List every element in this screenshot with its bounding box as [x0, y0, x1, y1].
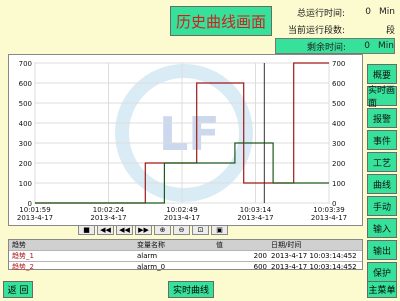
realtime-curve-button[interactable]: 实时曲线: [168, 281, 214, 298]
remaining-time-label: 剩余时间:: [306, 42, 346, 53]
header-datetime: 日期/时间: [271, 241, 302, 249]
trend-table: 趋势 变量名称 值 日期/时间 趋势_1 alarm 200 2013-4-17…: [8, 239, 363, 272]
y-tick-label-right: 100: [332, 180, 345, 188]
total-runtime-label: 总运行时间:: [296, 8, 345, 19]
y-tick-label-left: 100: [19, 180, 32, 188]
chart-toolbar: ■ ◀◀ ◀◀ ▶▶ ⊕ ⊖ ⊡ ▣: [78, 225, 228, 236]
y-tick-label-right: 200: [332, 160, 345, 168]
history-chart-panel: LF 0 0 100 100 200 200 300 300 400 400 500 500 600 600…: [8, 54, 363, 226]
table-row[interactable]: 趋势_2 alarm_0 600 2013-4-17 10:03:14:452: [9, 262, 362, 272]
y-tick-label-left: 500: [19, 100, 32, 108]
var-name: alarm_0: [137, 263, 166, 271]
watermark-logo: LF: [159, 107, 220, 161]
current-segment-unit: 段: [385, 25, 395, 36]
y-tick-label-right: 500: [332, 100, 345, 108]
x-tick-time: 10:01:59: [19, 206, 50, 214]
y-tick-label-right: 400: [332, 120, 345, 128]
x-tick-time: 10:03:39: [313, 206, 344, 214]
trend-name: 趋势_2: [12, 263, 34, 271]
y-tick-label-right: 700: [332, 60, 345, 68]
x-tick-time: 10:03:14: [240, 206, 272, 214]
y-tick-label-left: 700: [19, 60, 32, 68]
y-tick-label-right: 300: [332, 140, 345, 148]
header-value: 值: [216, 241, 223, 249]
y-tick-label-left: 200: [19, 160, 32, 168]
back-button[interactable]: 返 回: [3, 281, 33, 298]
var-datetime: 2013-4-17 10:03:14:452: [271, 252, 357, 260]
nav-alarm-button[interactable]: 报警: [367, 108, 397, 128]
nav-input-button[interactable]: 输入: [367, 218, 397, 238]
zoom-in-icon[interactable]: ⊕: [154, 225, 171, 235]
nav-overview-button[interactable]: 概要: [367, 64, 397, 84]
current-segment-label: 当前运行段数:: [287, 25, 345, 36]
nav-protect-button[interactable]: 保护: [367, 262, 397, 282]
x-tick-date: 2013-4-17: [164, 214, 200, 222]
remaining-time-value: 0: [364, 41, 370, 51]
header-var-name: 变量名称: [137, 241, 165, 249]
y-tick-label-left: 300: [19, 140, 32, 148]
x-tick-date: 2013-4-17: [237, 214, 273, 222]
remaining-time: 剩余时间: 0 Min: [275, 38, 395, 54]
step-back-icon[interactable]: ◀◀: [116, 225, 133, 235]
step-forward-icon[interactable]: ▶▶: [135, 225, 152, 235]
var-datetime: 2013-4-17 10:03:14:452: [271, 263, 357, 271]
y-tick-label-right: 600: [332, 80, 345, 88]
history-chart: LF0 0100 100200 200300 300400 400500 500600 600…: [17, 60, 347, 222]
main-menu-button[interactable]: 主菜单: [367, 281, 397, 298]
nav-manual-button[interactable]: 手动: [367, 196, 397, 216]
fit-icon[interactable]: ⊡: [192, 225, 209, 235]
total-runtime-value: 0: [365, 7, 371, 17]
nav-realtime-button[interactable]: 实时画面: [367, 86, 397, 109]
var-name: alarm: [137, 252, 158, 260]
current-segment: 当前运行段数: 段: [275, 21, 395, 37]
var-value: 600: [253, 263, 267, 271]
export-icon[interactable]: ▣: [211, 225, 228, 235]
var-value: 200: [253, 252, 267, 260]
nav-event-button[interactable]: 事件: [367, 130, 397, 150]
total-runtime: 总运行时间: 0 Min: [275, 4, 395, 20]
nav-output-button[interactable]: 输出: [367, 240, 397, 260]
stop-icon[interactable]: ■: [78, 225, 95, 235]
zoom-out-icon[interactable]: ⊖: [173, 225, 190, 235]
remaining-time-unit: Min: [378, 41, 394, 51]
page-title: 历史曲线画面: [170, 6, 272, 36]
header-trend: 趋势: [12, 241, 26, 249]
y-tick-label-left: 600: [19, 80, 32, 88]
nav-curve-button[interactable]: 曲线: [367, 174, 397, 194]
y-tick-label-left: 400: [19, 120, 32, 128]
total-runtime-unit: Min: [379, 7, 395, 17]
x-tick-date: 2013-4-17: [311, 214, 347, 222]
nav-process-button[interactable]: 工艺: [367, 152, 397, 172]
table-header: 趋势 变量名称 值 日期/时间: [9, 240, 362, 251]
trend-name: 趋势_1: [12, 252, 34, 260]
x-tick-date: 2013-4-17: [90, 214, 126, 222]
x-tick-time: 10:02:49: [166, 206, 197, 214]
x-tick-time: 10:02:24: [93, 206, 125, 214]
table-row[interactable]: 趋势_1 alarm 200 2013-4-17 10:03:14:452: [9, 251, 362, 262]
page-back-icon[interactable]: ◀◀: [97, 225, 114, 235]
x-tick-date: 2013-4-17: [17, 214, 53, 222]
